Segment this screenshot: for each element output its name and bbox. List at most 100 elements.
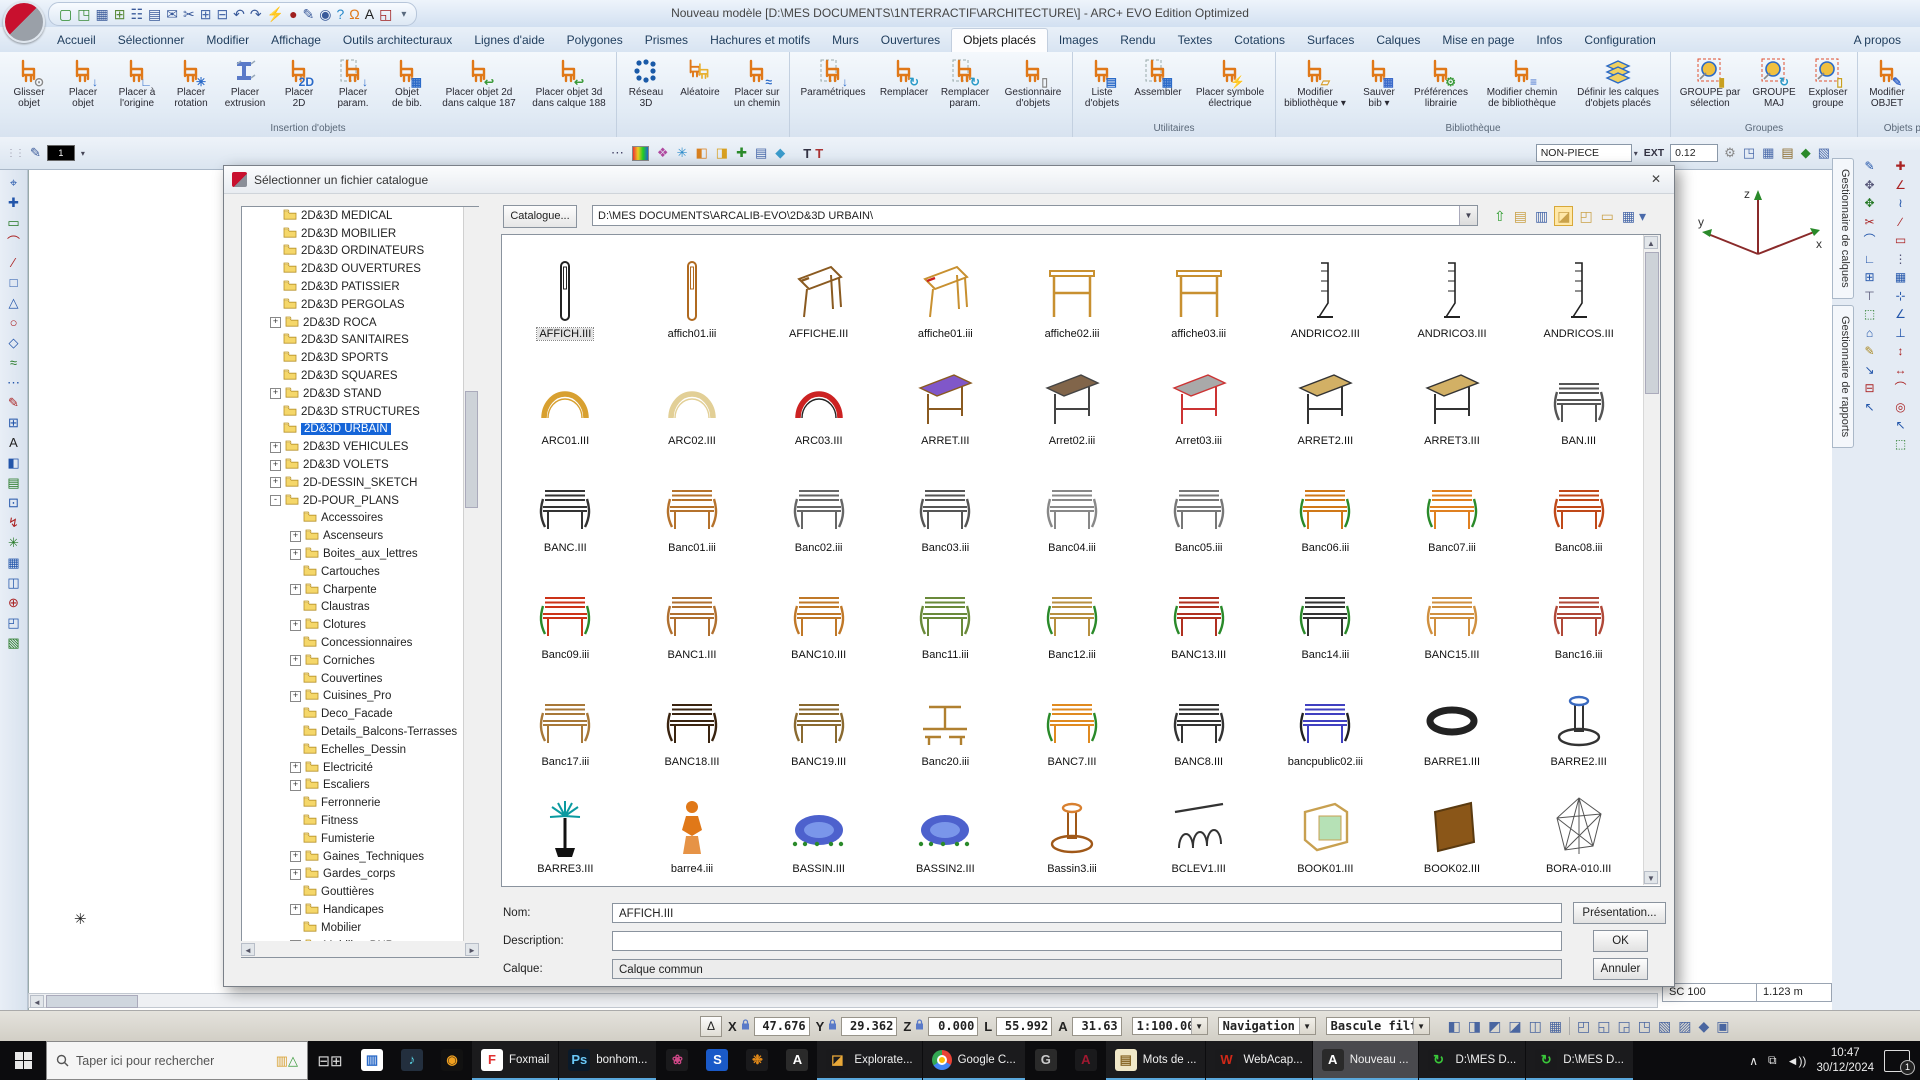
open-folder-icon[interactable]: ◪ xyxy=(1554,206,1574,226)
tree-item-2d-pour-plans[interactable]: - 2D-POUR_PLANS xyxy=(242,492,478,510)
ribbon-remplacer[interactable]: ↻ Remplacer xyxy=(874,54,934,99)
display-icon[interactable]: ⧉ xyxy=(1768,1053,1777,1068)
ribbon-r-seau-3d[interactable]: Réseau 3D xyxy=(619,54,673,110)
taskbar-app-paintshop[interactable]: S xyxy=(697,1041,737,1080)
dropdown-icon[interactable]: ▼ xyxy=(1298,1018,1315,1034)
catalog-item-barre3-iii[interactable]: BARRE3.III xyxy=(502,772,629,879)
menu-configuration[interactable]: Configuration xyxy=(1573,29,1666,52)
lock-icon[interactable] xyxy=(915,1019,924,1033)
right-tool-icon-0[interactable]: ✚ xyxy=(1895,160,1905,172)
catalog-item-arret2-iii[interactable]: ARRET2.III xyxy=(1262,344,1389,451)
ribbon-placer-symbole-lectrique[interactable]: ⚡ Placer symbole électrique xyxy=(1187,54,1273,110)
catalogue-path-combo[interactable]: D:\MES DOCUMENTS\ARCALIB-EVO\2D&3D URBAI… xyxy=(592,205,1478,226)
catalog-item-bassin3-iii[interactable]: Bassin3.iii xyxy=(1009,772,1136,879)
catalog-item-barre1-iii[interactable]: BARRE1.III xyxy=(1389,665,1516,772)
folder-icon[interactable]: ▭ xyxy=(1599,207,1616,225)
expand-icon[interactable]: + xyxy=(270,441,281,453)
print-icon[interactable]: ☷ xyxy=(130,7,143,21)
menu-infos[interactable]: Infos xyxy=(1525,29,1573,52)
canvas-hscrollbar[interactable] xyxy=(28,993,1658,1008)
catalog-item-andrico2-iii[interactable]: ANDRICO2.III xyxy=(1262,237,1389,344)
menu-murs[interactable]: Murs xyxy=(821,29,870,52)
toolbar2-icon[interactable]: ◧ xyxy=(695,145,707,161)
menu-lignes-d-aide[interactable]: Lignes d'aide xyxy=(463,29,555,52)
toolbar2-icon[interactable]: ◨ xyxy=(716,145,728,161)
catalog-item-book01-iii[interactable]: BOOK01.III xyxy=(1262,772,1389,879)
copy-icon[interactable]: ⊞ xyxy=(200,7,212,21)
catalog-item-banc05-iii[interactable]: Banc05.iii xyxy=(1135,451,1262,558)
windows-icon[interactable]: ⊞ xyxy=(114,7,126,21)
tree-item-goutti-res[interactable]: Gouttières xyxy=(242,883,478,901)
catalog-item-arret02-iii[interactable]: Arret02.iii xyxy=(1009,344,1136,451)
ribbon-placer-sur-un-chemin[interactable]: ≈ Placer sur un chemin xyxy=(727,54,787,110)
ribbon-glisser-objet[interactable]: ⊙ Glisser objet xyxy=(2,54,56,110)
paste-icon[interactable]: ⊟ xyxy=(216,7,228,21)
arc-orange-icon[interactable]: Ω xyxy=(349,7,359,21)
left-tool-icon-17[interactable]: ↯ xyxy=(8,516,19,529)
dropdown-icon[interactable]: ▼ xyxy=(1412,1018,1429,1034)
expand-icon[interactable]: + xyxy=(270,477,281,489)
view-cube-icon[interactable]: ▧ xyxy=(1658,1018,1671,1035)
ribbon-objet-de-bib[interactable]: ▦ Objet de bib. xyxy=(380,54,434,110)
start-button[interactable] xyxy=(0,1041,46,1080)
ribbon-modifier-objet[interactable]: ✎ Modifier OBJET xyxy=(1860,54,1914,110)
left-tool-icon-15[interactable]: ▤ xyxy=(7,476,19,489)
right-tool-icon-15[interactable]: ⬚ xyxy=(1895,438,1906,450)
menu-mise-en-page[interactable]: Mise en page xyxy=(1431,29,1525,52)
catalog-item-affiche02-iii[interactable]: affiche02.iii xyxy=(1009,237,1136,344)
ribbon-placer-extrusion[interactable]: Placer extrusion xyxy=(218,54,272,110)
taskbar-app-foxmail[interactable]: F Foxmail xyxy=(472,1041,559,1080)
catalog-item-affiche03-iii[interactable]: affiche03.iii xyxy=(1135,237,1262,344)
catalog-item-arc02-iii[interactable]: ARC02.III xyxy=(629,344,756,451)
taskbar-app-chrome[interactable]: Google C... xyxy=(922,1041,1025,1080)
taskbar-app-explorer[interactable]: ◪ Explorate... xyxy=(817,1041,922,1080)
catalog-item-arc03-iii[interactable]: ARC03.III xyxy=(755,344,882,451)
expand-icon[interactable]: + xyxy=(290,762,301,774)
tree-item-cuisines-pro[interactable]: + Cuisines_Pro xyxy=(242,688,478,706)
catalog-item-book02-iii[interactable]: BOOK02.III xyxy=(1389,772,1516,879)
menu-images[interactable]: Images xyxy=(1048,29,1109,52)
tree-item-escaliers[interactable]: + Escaliers xyxy=(242,777,478,795)
expand-icon[interactable]: + xyxy=(290,904,301,916)
expand-icon[interactable]: + xyxy=(290,690,301,702)
catalog-item-banc08-iii[interactable]: Banc08.iii xyxy=(1515,451,1642,558)
left-tool-icon-18[interactable]: ✳ xyxy=(8,536,19,549)
search-box[interactable]: Taper ici pour rechercher ▥△ xyxy=(46,1041,308,1080)
catalog-item-bassin-iii[interactable]: BASSIN.III xyxy=(755,772,882,879)
text-tool-icon[interactable]: T xyxy=(803,146,811,161)
toolbar2-icon[interactable]: ▤ xyxy=(755,145,767,161)
scale-field[interactable]: SC 100 xyxy=(1662,983,1760,1002)
right-tool-icon-11[interactable]: ↔ xyxy=(1895,364,1907,376)
ribbon-d-finir-les-calques-d-objets-plac-s[interactable]: Définir les calques d'objets placés xyxy=(1568,54,1668,110)
left-tool-icon-8[interactable]: ◇ xyxy=(9,336,19,349)
view-cube-icon[interactable]: ▦ xyxy=(1549,1018,1562,1035)
menu-cotations[interactable]: Cotations xyxy=(1223,29,1296,52)
menu-surfaces[interactable]: Surfaces xyxy=(1296,29,1365,52)
menu-calques[interactable]: Calques xyxy=(1365,29,1431,52)
ribbon-assembler[interactable]: ▦ Assembler xyxy=(1129,54,1187,99)
tree-item-ascenseurs[interactable]: + Ascenseurs xyxy=(242,527,478,545)
tree-item-2d-3d-urbain[interactable]: 2D&3D URBAIN xyxy=(242,421,478,439)
tree-item-handicapes[interactable]: + Handicapes xyxy=(242,901,478,919)
gradient-icon[interactable] xyxy=(631,145,649,161)
view-cube-icon[interactable]: ◆ xyxy=(1698,1018,1709,1035)
expand-icon[interactable]: + xyxy=(290,584,301,596)
pen-icon[interactable]: ✎ xyxy=(303,7,315,21)
catalog-item-banc19-iii[interactable]: BANC19.III xyxy=(755,665,882,772)
ribbon-pr-f-rences-librairie[interactable]: ⚙ Préférences librairie xyxy=(1406,54,1476,110)
tree-item-cartouches[interactable]: Cartouches xyxy=(242,563,478,581)
catalog-item-banc17-iii[interactable]: Banc17.iii xyxy=(502,665,629,772)
left-tool-icon-5[interactable]: □ xyxy=(10,276,18,289)
left-tool-icon-12[interactable]: ⊞ xyxy=(8,416,19,429)
left-tool-icon-4[interactable]: ∕ xyxy=(12,256,14,269)
taskbar-app-arc-new[interactable]: A Nouveau ... xyxy=(1312,1041,1418,1080)
right-tool-icon-1[interactable]: ∠ xyxy=(1895,179,1906,191)
menu-rendu[interactable]: Rendu xyxy=(1109,29,1166,52)
taskbar-app-dmes2[interactable]: ↻ D:\MES D... xyxy=(1526,1041,1633,1080)
ribbon-exploser-objet[interactable]: ▯ExploserOBJET xyxy=(1914,54,1920,110)
ribbon-liste-d-objets[interactable]: ▤ Liste d'objets xyxy=(1075,54,1129,110)
catalog-item-bora-010-iii[interactable]: BORA-010.III xyxy=(1515,772,1642,879)
catalog-item-banc15-iii[interactable]: BANC15.III xyxy=(1389,558,1516,665)
toolbar2-right-icon[interactable]: ▧ xyxy=(1818,145,1830,161)
right-tool-icon-7[interactable]: ⊹ xyxy=(1895,290,1905,302)
